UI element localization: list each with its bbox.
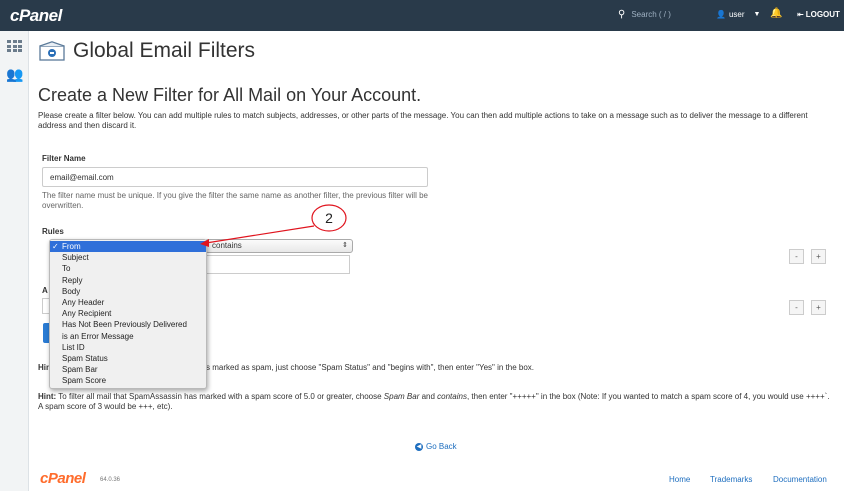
dropdown-option-error-message[interactable]: is an Error Message xyxy=(50,331,206,342)
dropdown-option-reply[interactable]: Reply xyxy=(50,275,206,286)
user-menu[interactable]: 👤 user ▼ xyxy=(716,10,760,19)
rule-value-input[interactable] xyxy=(205,255,350,274)
filter-name-help: The filter name must be unique. If you g… xyxy=(42,191,428,210)
logout-button[interactable]: ⇤ LOGOUT xyxy=(797,10,840,19)
hint2-text-b: and xyxy=(419,392,438,401)
version-text: 64.0.36 xyxy=(100,477,121,483)
page-title: Global Email Filters xyxy=(73,39,256,62)
logout-icon: ⇤ xyxy=(797,10,804,19)
dropdown-option-subject[interactable]: Subject xyxy=(50,252,206,263)
dropdown-option-from[interactable]: ✓ From xyxy=(50,241,206,253)
footer-link-home[interactable]: Home xyxy=(669,475,690,484)
option-label: From xyxy=(62,242,81,251)
annotation-number: 2 xyxy=(325,210,333,226)
select-arrows-icon: ⇕ xyxy=(342,242,348,249)
add-action-button[interactable]: + xyxy=(811,300,826,315)
rule-field-dropdown[interactable]: ✓ From Subject To Reply Body Any Header A… xyxy=(49,239,207,389)
hint-spam-bar: Hint: To filter all mail that SpamAssass… xyxy=(38,392,834,412)
apps-grid-icon[interactable] xyxy=(7,40,22,52)
intro-text: Please create a filter below. You can ad… xyxy=(38,111,808,130)
user-icon: 👤 xyxy=(716,10,726,19)
dropdown-option-spam-bar[interactable]: Spam Bar xyxy=(50,364,206,375)
footer-cpanel-logo: cPanel xyxy=(40,470,86,487)
search-placeholder: Search ( / ) xyxy=(631,10,671,19)
hint2-spam-bar: Spam Bar xyxy=(383,392,420,401)
dropdown-option-spam-status[interactable]: Spam Status xyxy=(50,353,206,364)
caret-down-icon: ▼ xyxy=(753,11,761,18)
dropdown-option-any-header[interactable]: Any Header xyxy=(50,297,206,308)
footer-link-documentation[interactable]: Documentation xyxy=(773,475,827,484)
hint2-label: Hint: xyxy=(38,392,57,401)
dropdown-option-list-id[interactable]: List ID xyxy=(50,342,206,353)
logout-label: LOGOUT xyxy=(805,10,840,19)
rules-label: Rules xyxy=(42,227,64,236)
go-back-label: Go Back xyxy=(426,442,457,451)
filter-name-input[interactable]: email@email.com xyxy=(42,167,428,187)
search-icon: ⚲ xyxy=(618,9,626,20)
users-icon[interactable]: 👥 xyxy=(6,66,23,83)
left-rail: 👥 xyxy=(0,31,29,491)
section-title: Create a New Filter for All Mail on Your… xyxy=(38,85,422,105)
remove-rule-button[interactable]: - xyxy=(789,249,804,264)
dropdown-option-spam-score[interactable]: Spam Score xyxy=(50,375,206,386)
dropdown-option-to[interactable]: To xyxy=(50,263,206,274)
rule-operator-select[interactable]: contains ⇕ xyxy=(205,239,353,253)
dropdown-option-any-recipient[interactable]: Any Recipient xyxy=(50,308,206,319)
user-label: user xyxy=(728,10,745,19)
add-rule-button[interactable]: + xyxy=(811,249,826,264)
email-filter-icon xyxy=(39,41,65,61)
search-box[interactable]: ⚲ Search ( / ) xyxy=(618,9,671,20)
top-bar: cPanel ⚲ Search ( / ) 👤 user ▼ 🔔 ⇤ LOGOU… xyxy=(0,0,844,31)
cpanel-logo[interactable]: cPanel xyxy=(10,6,62,26)
actions-label: A xyxy=(42,286,48,295)
dropdown-option-not-delivered[interactable]: Has Not Been Previously Delivered xyxy=(50,319,206,330)
hint2-contains: contains xyxy=(437,392,467,401)
footer-link-trademarks[interactable]: Trademarks xyxy=(710,475,752,484)
page-header: Global Email Filters xyxy=(39,39,255,63)
hint-spam-status: s marked as spam, just choose "Spam Stat… xyxy=(206,363,535,372)
checkmark-icon: ✓ xyxy=(52,242,59,251)
dropdown-option-body[interactable]: Body xyxy=(50,286,206,297)
hint2-text-a: To filter all mail that SpamAssassin has… xyxy=(56,392,384,401)
bell-icon[interactable]: 🔔 xyxy=(770,8,782,19)
remove-action-button[interactable]: - xyxy=(789,300,804,315)
go-back-link[interactable]: ◀ Go Back xyxy=(415,442,457,451)
filter-name-label: Filter Name xyxy=(42,154,86,163)
rule-operator-value: contains xyxy=(212,241,242,250)
back-arrow-icon: ◀ xyxy=(415,442,423,451)
